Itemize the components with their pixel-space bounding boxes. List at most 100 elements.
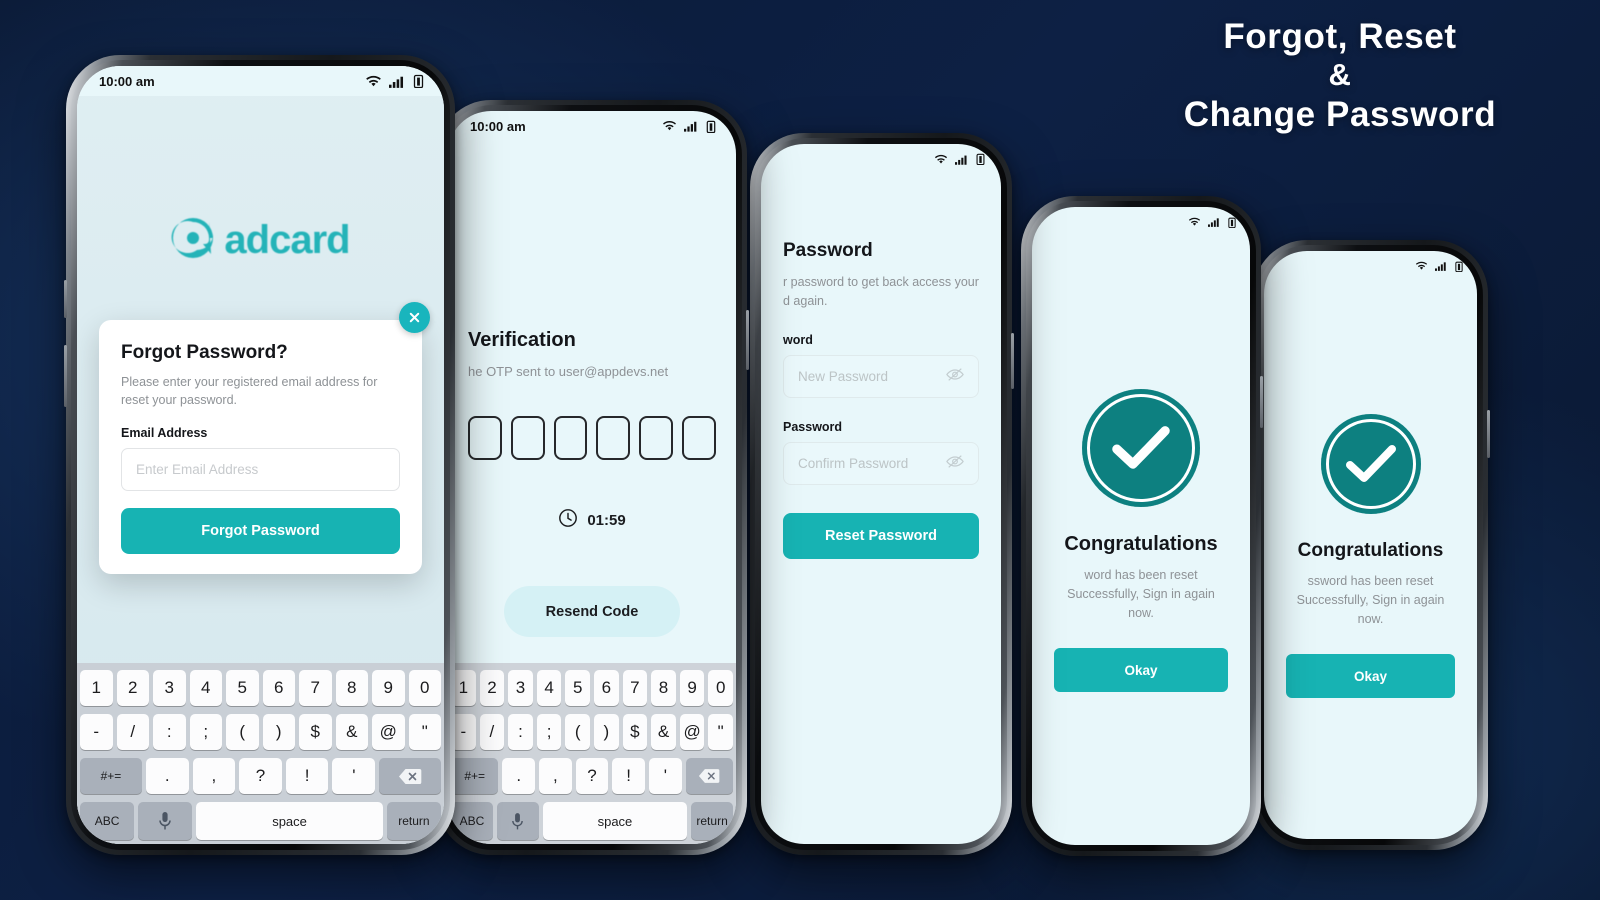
confirm-password-field[interactable]: Confirm Password [783, 441, 979, 485]
keyboard-row-numbers: 1 2 3 4 5 6 7 8 9 0 [80, 670, 441, 706]
key-apostrophe[interactable]: ' [332, 758, 376, 794]
phone-side-button[interactable] [64, 280, 67, 318]
key-return[interactable]: return [691, 802, 734, 840]
battery-icon [1455, 261, 1463, 272]
key-semicolon[interactable]: ; [536, 714, 562, 750]
key-quote[interactable]: " [708, 714, 733, 750]
resend-wrap: Resend Code [468, 586, 716, 637]
key-4[interactable]: 4 [189, 670, 222, 706]
new-password-field[interactable]: New Password [783, 354, 979, 398]
resend-code-button[interactable]: Resend Code [503, 586, 681, 637]
virtual-keyboard: 1 2 3 4 5 6 7 8 9 0 - / : ; () $ & @ " … [448, 663, 736, 844]
key-comma[interactable]: , [539, 758, 572, 794]
otp-digit-1[interactable] [468, 416, 502, 460]
phone-side-button[interactable] [1011, 333, 1014, 389]
key-paren-open[interactable]: ( [226, 714, 259, 750]
key-colon[interactable]: : [508, 714, 533, 750]
okay-button[interactable]: Okay [1286, 654, 1455, 699]
key-quote[interactable]: " [408, 714, 441, 750]
key-exclaim[interactable]: ! [285, 758, 329, 794]
key-dollar[interactable]: $ [299, 714, 332, 750]
key-period[interactable]: . [145, 758, 189, 794]
key-9[interactable]: 9 [372, 670, 405, 706]
key-space[interactable]: space [196, 802, 383, 840]
key-0[interactable]: 0 [408, 670, 441, 706]
key-7[interactable]: 7 [299, 670, 332, 706]
key-8[interactable]: 8 [335, 670, 368, 706]
key-hyphen[interactable]: - [80, 714, 113, 750]
key-ampersand[interactable]: & [335, 714, 368, 750]
key-apostrophe[interactable]: ' [648, 758, 682, 794]
key-period[interactable]: . [502, 758, 536, 794]
backspace-icon[interactable] [685, 758, 733, 794]
key-paren-close[interactable]: ) [594, 714, 619, 750]
otp-digit-2[interactable] [510, 416, 545, 460]
eye-off-icon[interactable] [946, 367, 964, 385]
okay-button[interactable]: Okay [1054, 648, 1228, 693]
key-9[interactable]: 9 [679, 670, 705, 706]
key-7[interactable]: 7 [622, 670, 648, 706]
keyboard-row-symbols: - / : ; ( ) $ & @ " [80, 714, 441, 750]
battery-icon [976, 153, 985, 165]
status-icons [1415, 261, 1463, 272]
key-2[interactable]: 2 [479, 670, 505, 706]
key-paren-close[interactable]: ) [262, 714, 295, 750]
key-6[interactable]: 6 [594, 670, 619, 706]
reset-password-button[interactable]: Reset Password [783, 512, 979, 559]
key-dollar[interactable]: $ [622, 714, 648, 750]
otp-digit-6[interactable] [682, 416, 716, 460]
key-exclaim[interactable]: ! [612, 758, 645, 794]
backspace-icon[interactable] [379, 758, 441, 794]
key-3[interactable]: 3 [508, 670, 533, 706]
phone-bezel: Congratulations word has been reset Succ… [1021, 196, 1261, 856]
otp-digit-5[interactable] [639, 416, 674, 460]
close-icon[interactable] [399, 302, 430, 333]
reset-description: r password to get back access your d aga… [783, 275, 979, 308]
microphone-icon[interactable] [138, 802, 193, 840]
key-return[interactable]: return [386, 802, 441, 840]
forgot-password-content: 10:00 am adcard Forgot Password? Please … [77, 66, 444, 844]
key-at[interactable]: @ [372, 714, 405, 750]
key-0[interactable]: 0 [708, 670, 733, 706]
key-6[interactable]: 6 [262, 670, 295, 706]
check-mark-icon [1345, 445, 1396, 482]
otp-digit-3[interactable] [553, 416, 588, 460]
otp-digit-4[interactable] [596, 416, 631, 460]
phone-side-button[interactable] [746, 310, 749, 370]
key-1[interactable]: 1 [80, 670, 113, 706]
key-ampersand[interactable]: & [651, 714, 676, 750]
key-paren-open[interactable]: ( [565, 714, 590, 750]
key-5[interactable]: 5 [226, 670, 259, 706]
key-abc[interactable]: ABC [80, 802, 135, 840]
forgot-password-button[interactable]: Forgot Password [121, 508, 400, 555]
keyboard-row-bottom: ABC space return [451, 802, 734, 840]
eye-off-icon[interactable] [946, 454, 964, 472]
key-semicolon[interactable]: ; [189, 714, 222, 750]
key-slash[interactable]: / [479, 714, 505, 750]
phone-side-button[interactable] [1260, 376, 1263, 428]
reset-title: Password [783, 240, 873, 261]
key-shift-symbols[interactable]: #+= [451, 758, 499, 794]
key-comma[interactable]: , [192, 758, 236, 794]
phone-side-button[interactable] [1487, 410, 1490, 458]
success-title: Congratulations [1297, 540, 1444, 561]
key-4[interactable]: 4 [536, 670, 562, 706]
key-shift-symbols[interactable]: #+= [80, 758, 142, 794]
key-2[interactable]: 2 [116, 670, 149, 706]
key-3[interactable]: 3 [153, 670, 186, 706]
key-colon[interactable]: : [153, 714, 186, 750]
phone-volume-button[interactable] [64, 345, 67, 407]
battery-icon [413, 74, 424, 88]
key-5[interactable]: 5 [565, 670, 590, 706]
key-slash[interactable]: / [116, 714, 149, 750]
email-field[interactable]: Enter Email Address [121, 448, 400, 492]
key-space[interactable]: space [542, 802, 688, 840]
key-abc[interactable]: ABC [451, 802, 493, 840]
key-at[interactable]: @ [679, 714, 705, 750]
microphone-icon[interactable] [496, 802, 539, 840]
key-question[interactable]: ? [239, 758, 282, 794]
phone-1-forgot-password: 10:00 am adcard Forgot Password? Please … [64, 55, 455, 855]
virtual-keyboard: 1 2 3 4 5 6 7 8 9 0 - /: ; () $ & @ " … [77, 663, 444, 844]
key-8[interactable]: 8 [651, 670, 676, 706]
key-question[interactable]: ? [575, 758, 609, 794]
